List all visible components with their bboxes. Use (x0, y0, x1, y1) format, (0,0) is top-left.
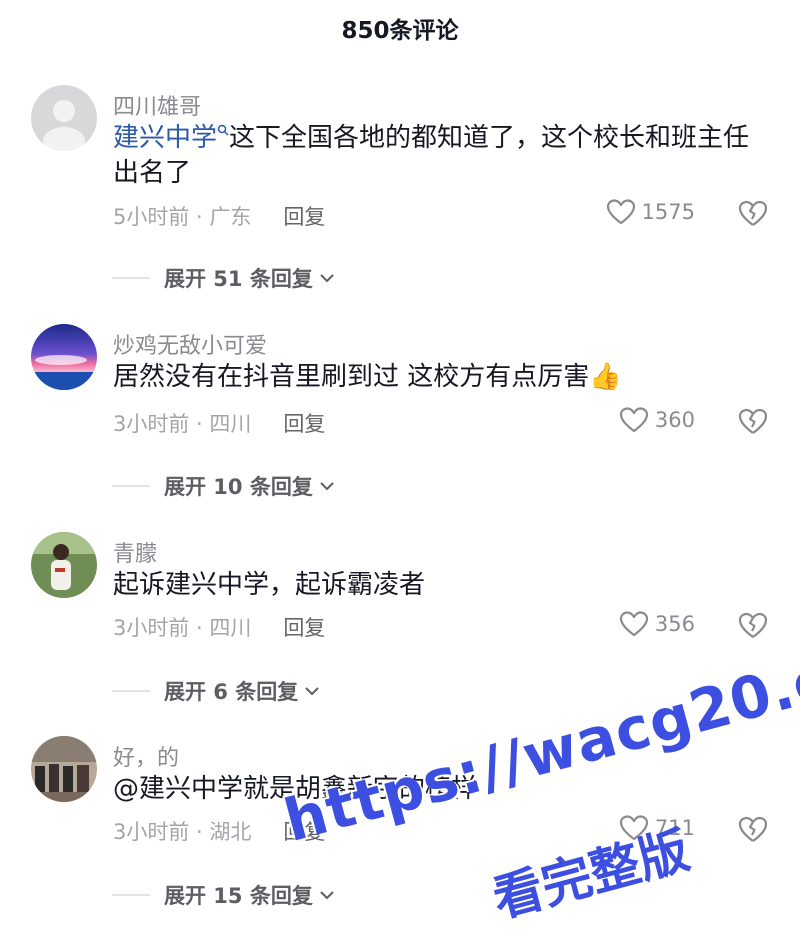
avatar[interactable] (31, 736, 97, 802)
comment-meta: 3小时前 · 四川 回复 (113, 612, 325, 642)
chevron-down-icon (320, 891, 334, 900)
avatar[interactable] (31, 532, 97, 598)
comment-meta: 3小时前 · 四川 回复 (113, 408, 325, 438)
comment-body: 起诉建兴中学，起诉霸凌者 (113, 570, 426, 600)
like-button[interactable]: 356 (619, 610, 695, 638)
comment-meta: 5小时前 · 广东 回复 (113, 201, 325, 231)
expand-replies-label: 展开 6 条回复 (164, 680, 299, 704)
divider-line (112, 894, 150, 896)
like-button[interactable]: 1575 (606, 198, 695, 226)
broken-heart-icon[interactable] (737, 406, 769, 436)
comment-text: 起诉建兴中学，起诉霸凌者 (113, 568, 763, 603)
chevron-down-icon (320, 482, 334, 491)
expand-replies-button[interactable]: 展开 51 条回复 (112, 263, 335, 293)
broken-heart-icon[interactable] (737, 610, 769, 640)
reply-button[interactable]: 回复 (283, 201, 325, 231)
expand-replies-label: 展开 15 条回复 (164, 884, 313, 908)
comment-time-location: 5小时前 · 广东 (113, 205, 252, 229)
chevron-down-icon (320, 274, 334, 283)
comment-count-title: 850条评论 (341, 18, 459, 44)
heart-icon (619, 407, 649, 433)
comment-text: @建兴中学就是胡鑫新宇的榜样 (113, 772, 763, 807)
comment-item: 四川雄哥 建兴中学 这下全国各地的都知道了，这个校长和班主任出名了 5小时前 · … (0, 85, 800, 293)
comment-text: 居然没有在抖音里刷到过 这校方有点厉害👍 (113, 360, 763, 395)
divider-line (112, 277, 150, 279)
avatar[interactable] (31, 85, 97, 151)
like-button[interactable]: 360 (619, 406, 695, 434)
avatar[interactable] (31, 324, 97, 390)
like-count: 360 (654, 408, 695, 432)
expand-replies-label: 展开 10 条回复 (164, 475, 313, 499)
comment-body: @建兴中学就是胡鑫新宇的榜样 (113, 774, 478, 804)
comment-username[interactable]: 炒鸡无敌小可爱 (113, 328, 267, 360)
thumbs-up-emoji: 👍 (589, 362, 622, 392)
comment-time-location: 3小时前 · 四川 (113, 412, 252, 436)
like-count: 1575 (641, 200, 695, 224)
expand-replies-button[interactable]: 展开 15 条回复 (112, 880, 335, 910)
comment-username[interactable]: 青朦 (113, 536, 157, 568)
mention-link[interactable]: 建兴中学 (113, 123, 217, 153)
like-button[interactable]: 711 (619, 814, 695, 842)
comments-header: 850条评论 (0, 0, 800, 56)
expand-replies-button[interactable]: 展开 10 条回复 (112, 471, 335, 501)
comment-item: 炒鸡无敌小可爱 居然没有在抖音里刷到过 这校方有点厉害👍 3小时前 · 四川 回… (0, 324, 800, 529)
heart-icon (619, 815, 649, 841)
search-mini-icon (217, 124, 229, 136)
expand-replies-label: 展开 51 条回复 (164, 267, 313, 291)
comment-body: 居然没有在抖音里刷到过 这校方有点厉害 (113, 362, 590, 392)
comment-meta: 3小时前 · 湖北 回复 (113, 816, 325, 846)
comment-username[interactable]: 四川雄哥 (113, 89, 201, 121)
comment-time-location: 3小时前 · 四川 (113, 616, 252, 640)
divider-line (112, 485, 150, 487)
comment-username[interactable]: 好，的 (113, 740, 179, 772)
broken-heart-icon[interactable] (737, 198, 769, 228)
reply-button[interactable]: 回复 (283, 408, 325, 438)
chevron-down-icon (305, 687, 319, 696)
reply-button[interactable]: 回复 (283, 816, 325, 846)
comment-item: 好，的 @建兴中学就是胡鑫新宇的榜样 3小时前 · 湖北 回复 711 展开 1… (0, 736, 800, 941)
broken-heart-icon[interactable] (737, 814, 769, 844)
like-count: 356 (654, 612, 695, 636)
heart-icon (606, 199, 635, 225)
comment-item: 青朦 起诉建兴中学，起诉霸凌者 3小时前 · 四川 回复 356 展开 6 条回… (0, 532, 800, 737)
reply-button[interactable]: 回复 (283, 612, 325, 642)
divider-line (112, 690, 150, 692)
heart-icon (619, 611, 649, 637)
like-count: 711 (654, 816, 695, 840)
comment-time-location: 3小时前 · 湖北 (113, 820, 252, 844)
expand-replies-button[interactable]: 展开 6 条回复 (112, 676, 320, 706)
comment-text: 建兴中学 这下全国各地的都知道了，这个校长和班主任出名了 (113, 121, 763, 191)
